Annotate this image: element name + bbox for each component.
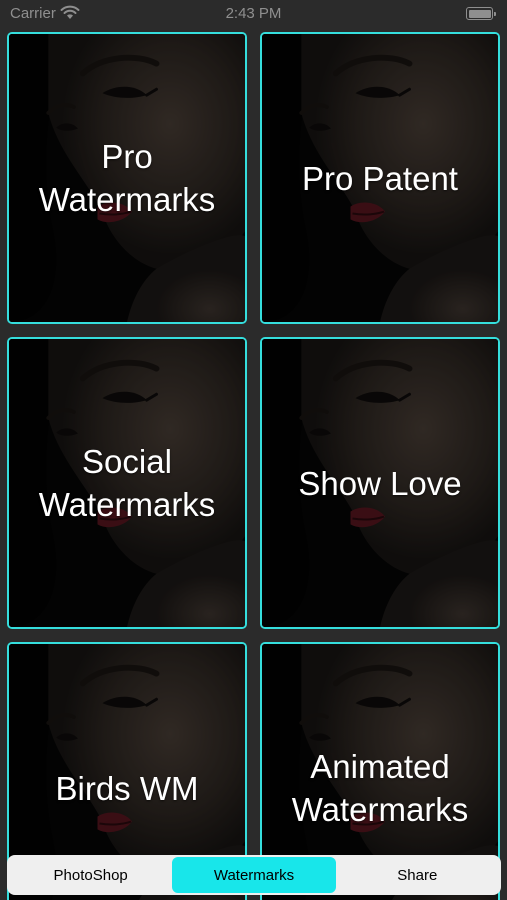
tile-label: Social Watermarks (38, 443, 216, 523)
tile-show-love[interactable]: Show Love (260, 337, 500, 629)
tab-share[interactable]: Share (336, 857, 499, 893)
tile-label: Pro Patent (302, 159, 458, 197)
tile-label: Show Love (298, 464, 462, 502)
tab-watermarks[interactable]: Watermarks (172, 857, 336, 893)
tile-pro-patent[interactable]: Pro Patent (260, 32, 500, 324)
tile-label: Pro Watermarks (38, 138, 216, 218)
watermark-category-grid: Pro Watermarks Pro Patent Social Waterma… (0, 0, 507, 900)
tab-photoshop[interactable]: PhotoShop (9, 857, 172, 893)
tile-social-watermarks[interactable]: Social Watermarks (7, 337, 247, 629)
tile-pro-watermarks[interactable]: Pro Watermarks (7, 32, 247, 324)
segmented-tab-bar: PhotoShop Watermarks Share (7, 855, 501, 895)
